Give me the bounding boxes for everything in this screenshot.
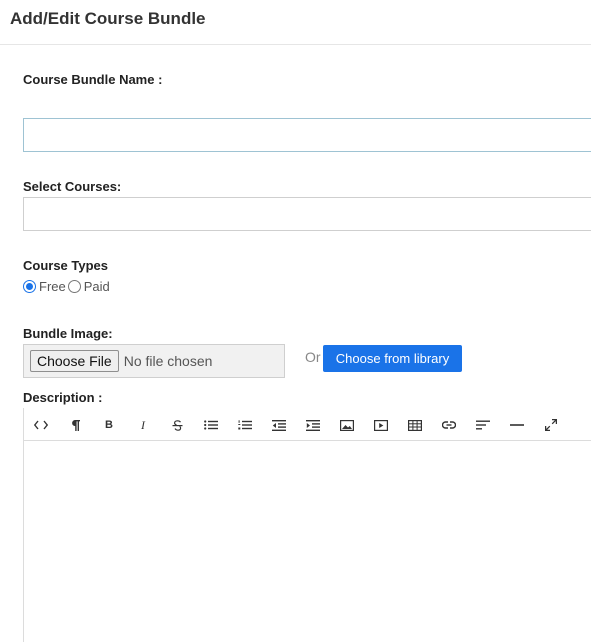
choose-file-button[interactable]: Choose File	[30, 350, 119, 372]
description-label: Description :	[23, 390, 103, 405]
bold-icon[interactable]: B	[97, 414, 121, 436]
bundle-name-label: Course Bundle Name :	[23, 72, 163, 87]
link-icon[interactable]	[437, 414, 461, 436]
select-courses-label: Select Courses:	[23, 179, 122, 194]
free-radio[interactable]	[23, 280, 36, 293]
code-view-icon[interactable]	[29, 414, 53, 436]
indent-icon[interactable]	[301, 414, 325, 436]
fullscreen-icon[interactable]	[539, 414, 563, 436]
video-icon[interactable]	[369, 414, 393, 436]
page-title: Add/Edit Course Bundle	[10, 9, 206, 28]
editor-toolbar: B I	[24, 408, 591, 441]
table-icon[interactable]	[403, 414, 427, 436]
horizontal-rule-icon[interactable]	[505, 414, 529, 436]
editor-content-area[interactable]	[24, 442, 591, 642]
ordered-list-icon[interactable]	[233, 414, 257, 436]
outdent-icon[interactable]	[267, 414, 291, 436]
file-input[interactable]: Choose File No file chosen	[23, 344, 285, 378]
paragraph-icon[interactable]	[63, 414, 87, 436]
align-icon[interactable]	[471, 414, 495, 436]
description-editor: B I	[23, 408, 591, 642]
file-status-text: No file chosen	[123, 353, 213, 369]
italic-icon[interactable]: I	[131, 414, 155, 436]
header: Add/Edit Course Bundle	[0, 0, 591, 45]
choose-from-library-button[interactable]: Choose from library	[323, 345, 462, 372]
bundle-name-input[interactable]	[23, 118, 591, 152]
page: Add/Edit Course Bundle Course Bundle Nam…	[0, 0, 591, 642]
or-text: Or	[305, 349, 321, 365]
paid-radio[interactable]	[67, 280, 81, 293]
image-icon[interactable]	[335, 414, 359, 436]
select-courses-input[interactable]	[23, 197, 591, 231]
free-radio-label[interactable]: Free	[39, 279, 66, 294]
strikethrough-icon[interactable]	[165, 414, 189, 436]
paid-radio-label[interactable]: Paid	[84, 279, 110, 294]
unordered-list-icon[interactable]	[199, 414, 223, 436]
course-types-label: Course Types	[23, 258, 109, 273]
bundle-image-label: Bundle Image:	[23, 326, 113, 341]
course-types-radio-group: Free Paid	[23, 279, 112, 294]
